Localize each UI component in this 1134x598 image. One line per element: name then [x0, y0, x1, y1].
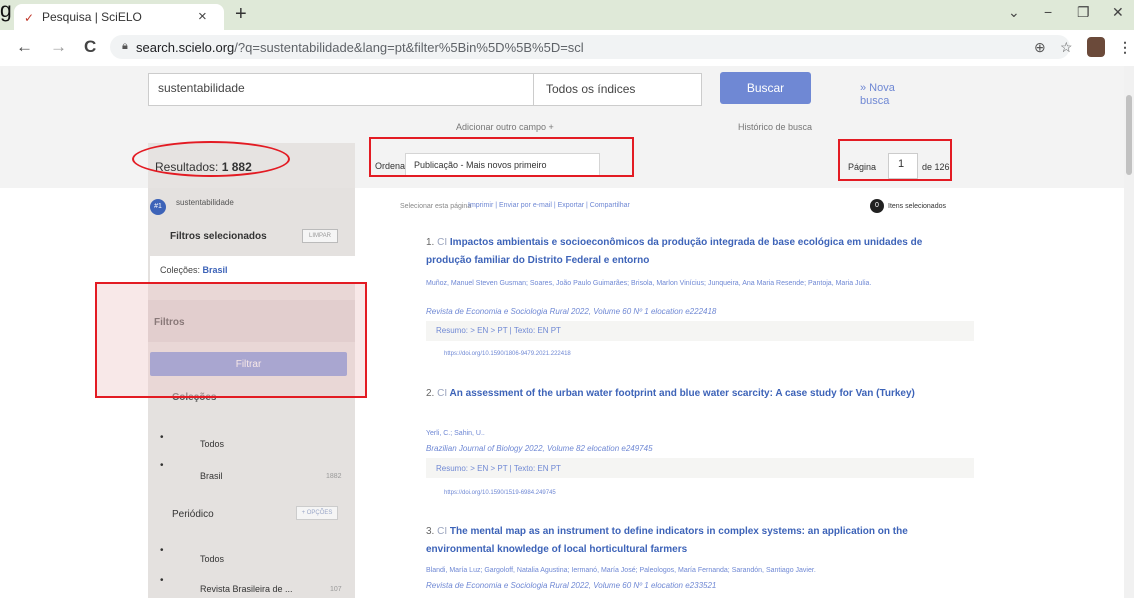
highlight-filters-box: [95, 282, 367, 398]
highlight-sort-box: [369, 137, 634, 177]
new-search-link[interactable]: » Nova busca: [860, 82, 895, 108]
new-search-line2: busca: [860, 95, 890, 107]
window-close-icon[interactable]: ✕: [1112, 4, 1124, 21]
result-doi[interactable]: https://doi.org/10.1590/1806-9479.2021.2…: [444, 351, 571, 357]
bullet-icon: •: [160, 460, 164, 471]
reload-icon[interactable]: C: [84, 37, 96, 57]
highlight-results-ellipse: [132, 141, 290, 177]
selected-collection-value: Brasil: [202, 265, 228, 275]
result-title-text: Impactos ambientais e socioeconômicos da…: [426, 237, 923, 266]
tab-title: Pesquisa | SciELO: [42, 10, 142, 24]
collection-count: 1882: [326, 473, 342, 480]
bullet-icon: •: [160, 575, 164, 586]
result-title[interactable]: 1. CI Impactos ambientais e socioeconômi…: [426, 234, 966, 270]
index-select-value: Todos os índices: [546, 82, 636, 96]
scielo-favicon-icon: ✓: [24, 11, 35, 25]
bullet-icon: •: [160, 432, 164, 443]
url-text[interactable]: search.scielo.org/?q=sustentabilidade&la…: [136, 40, 584, 55]
figure-label: g: [0, 0, 12, 22]
result-journal[interactable]: Revista de Economia e Sociologia Rural 2…: [426, 307, 716, 316]
result-links[interactable]: Resumo: > EN > PT | Texto: EN PT: [436, 464, 561, 473]
search-button[interactable]: Buscar: [720, 72, 811, 104]
add-field-link[interactable]: Adicionar outro campo +: [456, 122, 554, 132]
menu-kebab-icon[interactable]: ⋮: [1118, 39, 1132, 56]
result-title-text: The mental map as an instrument to defin…: [426, 526, 908, 555]
collection-item-todos[interactable]: Todos: [200, 439, 224, 449]
result-authors[interactable]: Muñoz, Manuel Steven Gusman; Soares, Joã…: [426, 278, 986, 289]
selected-filters-heading: Filtros selecionados: [170, 231, 267, 242]
new-search-line1: » Nova: [860, 82, 895, 94]
result-authors[interactable]: Blandi, María Luz; Gargoloff, Natalia Ag…: [426, 565, 986, 576]
search-query: sustentabilidade: [158, 81, 245, 95]
scrollbar-thumb[interactable]: [1126, 95, 1132, 175]
periodical-item-todos[interactable]: Todos: [200, 554, 224, 564]
result-authors[interactable]: Yerli, C.; Sahin, U..: [426, 428, 986, 439]
selected-collection: Coleções: Brasil: [160, 265, 228, 275]
result-title[interactable]: 3. CI The mental map as an instrument to…: [426, 523, 966, 559]
back-icon[interactable]: ←: [16, 37, 33, 57]
zoom-icon[interactable]: ⊕: [1034, 39, 1046, 56]
minimize-icon[interactable]: −: [1044, 4, 1052, 20]
tab-close-icon[interactable]: ×: [198, 8, 207, 25]
search-history-badge: #1: [150, 199, 166, 215]
search-history-link[interactable]: Histórico de busca: [738, 122, 812, 132]
result-journal[interactable]: Revista de Economia e Sociologia Rural 2…: [426, 581, 716, 590]
forward-icon[interactable]: →: [50, 37, 67, 57]
search-history-term[interactable]: sustentabilidade: [176, 198, 234, 207]
citation-index-icon: CI: [437, 526, 448, 537]
result-number: 3.: [426, 526, 435, 537]
url-path: /?q=sustentabilidade&lang=pt&filter%5Bin…: [234, 40, 584, 55]
list-actions[interactable]: Imprimir | Enviar por e-mail | Exportar …: [468, 202, 630, 209]
result-links[interactable]: Resumo: > EN > PT | Texto: EN PT: [436, 326, 561, 335]
browser-tab[interactable]: ✓ Pesquisa | SciELO ×: [14, 4, 224, 30]
selected-items-label[interactable]: Itens selecionados: [888, 203, 946, 210]
result-title-text: An assessment of the urban water footpri…: [449, 388, 915, 399]
clear-filters-button[interactable]: LIMPAR: [302, 229, 338, 243]
periodical-heading: Periódico: [172, 509, 214, 520]
selected-collection-label: Coleções:: [160, 265, 201, 275]
url-host: search.scielo.org: [136, 40, 235, 55]
bullet-icon: •: [160, 545, 164, 556]
tab-search-chevron-icon[interactable]: ⌄: [1008, 4, 1020, 21]
restore-icon[interactable]: ❐: [1077, 4, 1090, 21]
bookmark-star-icon[interactable]: ☆: [1060, 39, 1073, 56]
citation-index-icon: CI: [437, 388, 448, 399]
periodical-count: 107: [330, 586, 342, 593]
profile-avatar[interactable]: [1087, 37, 1105, 57]
citation-index-icon: CI: [437, 237, 448, 248]
lock-icon: 🔒︎: [122, 40, 128, 52]
periodical-options-button[interactable]: + OPÇÕES: [296, 506, 338, 520]
select-page-link[interactable]: Selecionar esta página: [400, 203, 471, 210]
new-tab-button[interactable]: +: [235, 3, 247, 26]
result-title[interactable]: 2. CI An assessment of the urban water f…: [426, 385, 966, 403]
highlight-page-box: [838, 139, 952, 181]
selected-count-badge: 0: [870, 199, 884, 213]
result-number: 1.: [426, 237, 435, 248]
result-number: 2.: [426, 388, 435, 399]
result-doi[interactable]: https://doi.org/10.1590/1519-6984.249745: [444, 490, 556, 496]
periodical-item-rbras[interactable]: Revista Brasileira de ...: [200, 584, 293, 594]
collection-item-brasil[interactable]: Brasil: [200, 471, 223, 481]
result-journal[interactable]: Brazilian Journal of Biology 2022, Volum…: [426, 444, 653, 453]
